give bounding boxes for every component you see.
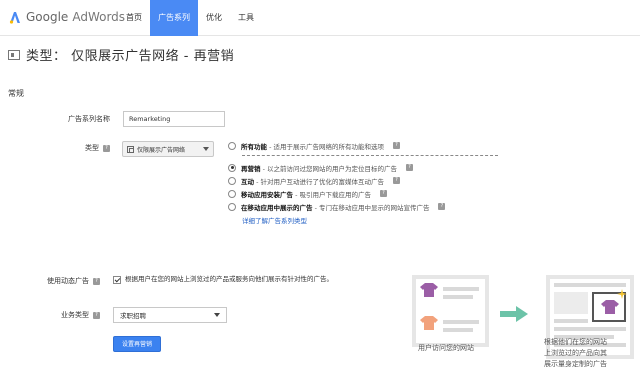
nav-campaigns[interactable]: 广告系列 <box>150 0 198 36</box>
campaign-subtype-options: 所有功能 - 适用于展示广告网络的所有功能和选项 ? 再营销 - 以之前访问过您… <box>228 139 498 225</box>
radio-remarketing[interactable] <box>228 163 236 172</box>
dynamic-ads-text: 根据用户在您的网站上浏览过的产品或服务向他们展示有针对性的广告。 <box>125 275 333 283</box>
option-engagement[interactable]: 互动 - 针对用户互动进行了优化的富媒体互动广告 ? <box>228 174 498 187</box>
content-line <box>443 287 479 291</box>
content-line <box>554 283 626 287</box>
option-all-features-name: 所有功能 <box>241 142 267 151</box>
content-line <box>443 295 473 299</box>
option-remarketing-desc: - 以之前访问过您网站的用户为定位目标的广告 <box>260 164 397 173</box>
orange-shirt-icon <box>420 316 438 330</box>
top-bar: Google AdWords 首页 广告系列 优化 工具 <box>0 0 640 36</box>
in-app-help-icon[interactable]: ? <box>438 203 446 210</box>
logo-google-text: Google <box>26 10 69 24</box>
type-help-icon[interactable]: ? <box>103 144 110 152</box>
campaign-type-icon <box>8 49 20 60</box>
caption-right-line-1: 根据他们在您的网站 <box>544 338 607 346</box>
content-line <box>554 319 588 323</box>
page-title-row: 类型： 仅限展示广告网络 - 再营销 <box>8 45 234 64</box>
business-type-label: 业务类型? <box>0 310 100 320</box>
option-all-features-desc: - 适用于展示广告网络的所有功能和选项 <box>267 142 384 151</box>
arrow-right-icon <box>500 306 528 322</box>
business-type-help-icon[interactable]: ? <box>93 311 100 319</box>
caption-right-line-3: 展示量身定制的广告 <box>544 360 607 368</box>
main-nav: 首页 广告系列 优化 工具 <box>118 0 262 36</box>
business-type-dropdown[interactable]: 求职招聘 <box>113 307 227 323</box>
radio-engagement[interactable] <box>228 176 236 185</box>
content-line <box>443 320 479 324</box>
radio-in-app[interactable] <box>228 202 236 211</box>
campaign-type-value: 仅限展示广告网络 <box>137 146 186 154</box>
dynamic-ads-label-text: 使用动态广告 <box>47 277 89 285</box>
option-app-install-desc: - 吸引用户下载应用的广告 <box>293 190 371 199</box>
app-install-help-icon[interactable]: ? <box>379 190 387 197</box>
option-all-features[interactable]: 所有功能 - 适用于展示广告网络的所有功能和选项 ? <box>228 139 498 152</box>
setup-remarketing-button[interactable]: 设置再营销 <box>113 336 161 352</box>
business-type-label-text: 业务类型 <box>61 311 89 319</box>
purple-shirt-icon <box>420 283 438 297</box>
option-in-app[interactable]: 在移动应用中展示的广告 - 专门在移动应用中显示的网站宣传广告 ? <box>228 200 498 213</box>
option-in-app-desc: - 专门在移动应用中显示的网站宣传广告 <box>312 203 430 212</box>
option-app-install-name: 移动应用安装广告 <box>241 190 293 199</box>
option-app-install[interactable]: 移动应用安装广告 - 吸引用户下载应用的广告 ? <box>228 187 498 200</box>
page-title: 类型： 仅限展示广告网络 - 再营销 <box>26 49 235 64</box>
campaign-type-dropdown[interactable]: 仅限展示广告网络 <box>122 141 214 157</box>
content-block <box>554 292 588 314</box>
option-engagement-name: 互动 <box>241 177 254 186</box>
option-remarketing-name: 再营销 <box>241 164 261 173</box>
options-divider <box>242 155 498 156</box>
nav-optimize[interactable]: 优化 <box>198 0 230 36</box>
campaign-name-label: 广告系列名称 <box>10 114 110 124</box>
adwords-logo[interactable]: Google AdWords <box>8 10 125 24</box>
nav-tools[interactable]: 工具 <box>230 0 262 36</box>
targeted-ad-frame <box>592 289 627 322</box>
option-engagement-desc: - 针对用户互动进行了优化的富媒体互动广告 <box>254 177 384 186</box>
option-remarketing[interactable]: 再营销 - 以之前访问过您网站的用户为定位目标的广告 ? <box>228 161 498 174</box>
radio-all-features[interactable] <box>228 141 236 150</box>
sparkle-icon <box>617 289 627 299</box>
engagement-help-icon[interactable]: ? <box>392 177 400 184</box>
campaign-name-label-text: 广告系列名称 <box>68 115 110 123</box>
chevron-down-icon <box>214 313 220 317</box>
type-label-text: 类型 <box>85 144 99 152</box>
chevron-down-icon <box>203 147 209 151</box>
remarketing-help-icon[interactable]: ? <box>405 164 413 171</box>
radio-app-install[interactable] <box>228 189 236 198</box>
business-type-value: 求职招聘 <box>120 312 146 320</box>
section-general-label: 常规 <box>8 89 24 98</box>
all-features-help-icon[interactable]: ? <box>392 142 400 149</box>
content-line <box>443 328 473 332</box>
content-line <box>554 327 626 331</box>
remarketing-illustration: 用户访问您的网站 根据他们在您的网站 上浏览过的产品向其 展示量身定制的广告 <box>392 262 640 384</box>
option-in-app-name: 在移动应用中展示的广告 <box>241 203 313 212</box>
learn-more-campaign-types-link[interactable]: 详细了解广告系列类型 <box>242 215 307 225</box>
adwords-logo-icon <box>8 10 22 24</box>
nav-home[interactable]: 首页 <box>118 0 150 36</box>
dynamic-ads-help-icon[interactable]: ? <box>93 277 100 285</box>
dynamic-ads-row: 根据用户在您的网站上浏览过的产品或服务向他们展示有针对性的广告。 <box>113 275 333 284</box>
dynamic-ads-checkbox[interactable] <box>113 276 121 284</box>
display-network-icon <box>127 145 134 153</box>
website-card-illustration <box>412 275 489 347</box>
dynamic-ads-label: 使用动态广告? <box>0 276 100 286</box>
caption-right: 根据他们在您的网站 上浏览过的产品向其 展示量身定制的广告 <box>544 337 634 370</box>
purple-shirt-icon <box>601 300 619 314</box>
type-label: 类型? <box>10 143 110 153</box>
campaign-name-input[interactable] <box>123 111 225 127</box>
caption-left: 用户访问您的网站 <box>418 344 474 352</box>
caption-right-line-2: 上浏览过的产品向其 <box>544 349 607 357</box>
